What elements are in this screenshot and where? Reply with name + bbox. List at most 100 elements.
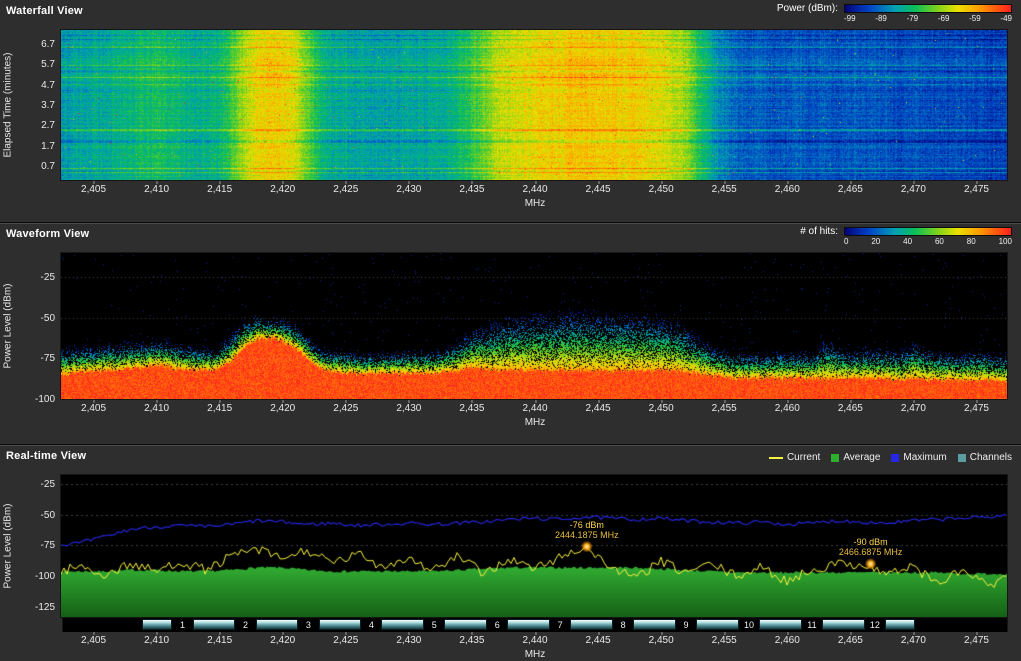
y-tick-label: -100 [35,571,55,582]
legend-label: Channels [970,452,1012,463]
y-tick-label: 3.7 [41,100,55,111]
realtime-ylabel-col: Power Level (dBm) [0,474,16,618]
channel-block[interactable] [885,619,915,630]
power-legend-label: Power (dBm): [777,3,838,14]
y-tick-label: 1.7 [41,141,55,152]
channel-number[interactable]: 4 [369,620,374,630]
legend-item-channels[interactable]: Channels [958,452,1012,463]
realtime-spectrum-plot[interactable] [61,475,1007,617]
channel-block[interactable] [570,619,613,630]
legend-item-maximum[interactable]: Maximum [891,452,946,463]
waveform-density-plot[interactable] [61,253,1007,399]
channel-block[interactable] [256,619,299,630]
channel-block[interactable] [444,619,487,630]
tick-mark [724,632,725,635]
tick-mark [409,181,410,184]
legend-tick-label: 60 [935,238,944,246]
realtime-legend: Current Average Maximum Channels [769,448,1012,463]
legend-tick-label: 0 [844,238,848,246]
tick-mark [661,400,662,403]
x-tick-label: 2,460 [775,184,800,195]
waterfall-spectrogram[interactable] [61,30,1007,180]
channel-block[interactable] [633,619,676,630]
channel-block[interactable] [822,619,865,630]
tick-mark [94,400,95,403]
tick-mark [472,632,473,635]
channel-number[interactable]: 11 [807,620,816,630]
x-tick-label: 2,410 [144,403,169,414]
power-gradient-bar [844,4,1012,13]
channel-number[interactable]: 7 [558,620,563,630]
x-tick-label: 2,445 [586,184,611,195]
channel-block[interactable] [759,619,802,630]
y-tick-label: -100 [35,394,55,405]
waterfall-plot-area [60,29,1008,181]
waterfall-xaxis: 2,4052,4102,4152,4202,4252,4302,4352,440… [62,181,1008,198]
power-legend-ticks: -99-89-79-69-59-49 [844,15,1012,23]
channel-number[interactable]: 2 [243,620,248,630]
channel-number[interactable]: 8 [621,620,626,630]
channel-number[interactable]: 12 [870,620,880,630]
legend-item-current[interactable]: Current [769,452,820,463]
channel-block[interactable] [193,619,236,630]
realtime-title: Real-time View [6,448,86,462]
channel-block[interactable] [381,619,424,630]
x-tick-label: 2,460 [775,635,800,646]
waveform-xlabel: MHz [62,417,1008,428]
realtime-view-panel: Real-time View Current Average Maximum Chan… [0,444,1021,661]
waveform-view-panel: Waveform View # of hits: 020406080100 Po… [0,222,1021,444]
channel-number[interactable]: 10 [744,620,754,630]
x-tick-label: 2,440 [522,184,547,195]
x-tick-label: 2,475 [964,184,989,195]
tick-mark [283,181,284,184]
hits-gradient-bar [844,227,1012,236]
tick-mark [976,400,977,403]
waterfall-ytick-labels: 0.71.72.73.74.75.76.7 [16,29,60,181]
waterfall-title: Waterfall View [6,3,83,17]
channel-block[interactable] [142,619,172,630]
channel-block[interactable] [696,619,739,630]
current-swatch [769,457,783,459]
x-tick-label: 2,410 [144,635,169,646]
waterfall-plot-row: Elapsed Time (minutes) 0.71.72.73.74.75.… [0,29,1021,181]
legend-item-average[interactable]: Average [831,452,880,463]
tick-mark [976,181,977,184]
y-tick-label: -25 [41,479,55,490]
tick-mark [220,632,221,635]
channel-number[interactable]: 3 [306,620,311,630]
y-tick-label: -75 [41,353,55,364]
tick-mark [787,632,788,635]
y-tick-label: -50 [41,313,55,324]
legend-tick-label: -49 [1000,15,1012,23]
realtime-ylabel: Power Level (dBm) [3,503,14,588]
tick-mark [598,181,599,184]
x-tick-label: 2,470 [901,184,926,195]
y-tick-label: -75 [41,540,55,551]
tick-mark [976,632,977,635]
channel-block[interactable] [319,619,362,630]
x-tick-label: 2,435 [459,635,484,646]
tick-mark [157,181,158,184]
channels-swatch [958,454,966,462]
x-tick-label: 2,450 [649,403,674,414]
x-tick-label: 2,470 [901,403,926,414]
realtime-plot-area: -76 dBm2444.1875 MHz-90 dBm2466.6875 MHz [60,474,1008,618]
waterfall-ylabel-col: Elapsed Time (minutes) [0,29,16,181]
channel-number[interactable]: 1 [180,620,185,630]
channel-bar[interactable]: 123456789101112 [62,618,1008,632]
x-tick-label: 2,440 [522,403,547,414]
x-tick-label: 2,425 [333,635,358,646]
tick-mark [409,632,410,635]
x-tick-label: 2,420 [270,635,295,646]
channel-number[interactable]: 6 [495,620,500,630]
x-tick-label: 2,410 [144,184,169,195]
x-tick-label: 2,430 [396,184,421,195]
legend-tick-label: -99 [844,15,856,23]
tick-mark [535,181,536,184]
channel-block[interactable] [507,619,550,630]
channel-number[interactable]: 9 [684,620,689,630]
tick-mark [472,400,473,403]
channel-number[interactable]: 5 [432,620,437,630]
y-tick-label: 0.7 [41,161,55,172]
maximum-swatch [891,454,899,462]
